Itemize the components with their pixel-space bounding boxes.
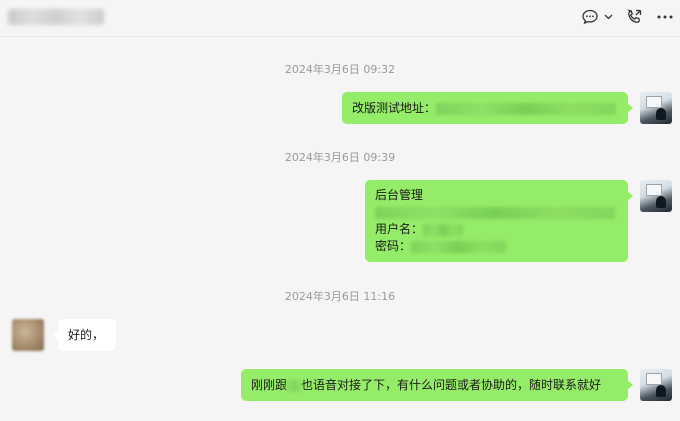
- avatar[interactable]: [12, 319, 44, 351]
- message-text: 改版测试地址：: [352, 101, 617, 115]
- voice-call-button[interactable]: [624, 8, 644, 26]
- chat-header: [0, 0, 680, 37]
- message-bubble[interactable]: 后台管理 用户名： 密码：: [365, 180, 633, 262]
- redacted-text: [436, 102, 617, 115]
- redacted-text: [423, 223, 464, 236]
- message-text: 后台管理: [375, 188, 424, 202]
- chat-bubble-icon: [582, 9, 598, 25]
- chat-bubble-menu[interactable]: [580, 8, 614, 26]
- timestamp: 2024年3月6日 09:39: [284, 151, 396, 164]
- more-icon: [657, 15, 673, 19]
- message-bubble[interactable]: 好的，: [53, 319, 116, 351]
- message-bubble[interactable]: 刚刚跟 也语音对接了下，有什么问题或者协助的，随时联系就好: [241, 369, 633, 401]
- avatar[interactable]: [640, 180, 672, 212]
- avatar[interactable]: [640, 369, 672, 401]
- message-text: [375, 204, 618, 221]
- redacted-text: [411, 240, 507, 253]
- more-options-button[interactable]: [656, 8, 674, 26]
- message-text: 密码：: [375, 238, 618, 255]
- message-text: 刚刚跟 也语音对接了下，有什么问题或者协助的，随时联系就好: [251, 378, 602, 392]
- redacted-text: [375, 206, 615, 219]
- timestamp: 2024年3月6日 09:32: [284, 63, 396, 76]
- phone-call-icon: [627, 9, 642, 23]
- chevron-down-icon: [604, 14, 613, 20]
- message-text: 用户名：: [375, 221, 618, 238]
- chat-title[interactable]: [8, 9, 104, 25]
- timestamp: 2024年3月6日 11:16: [284, 290, 396, 303]
- message-bubble[interactable]: 改版测试地址：: [342, 92, 633, 124]
- message-text: 好的，: [68, 328, 105, 342]
- avatar[interactable]: [640, 92, 672, 124]
- redacted-text: [287, 379, 302, 392]
